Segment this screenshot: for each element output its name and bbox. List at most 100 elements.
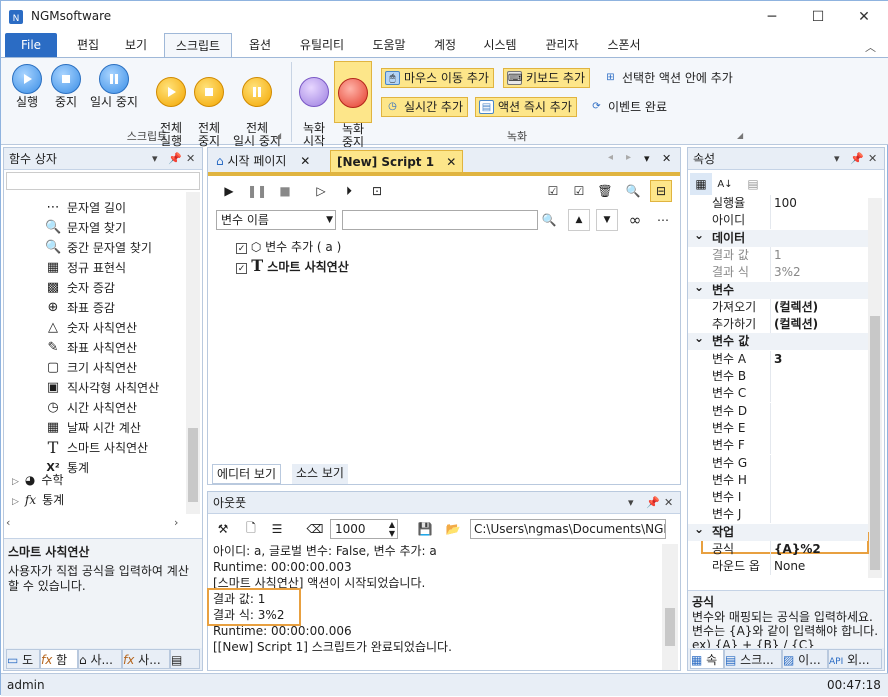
property-pages-icon[interactable]: ▤ xyxy=(742,173,764,195)
tab-properties[interactable]: ▦ 속 xyxy=(690,649,724,669)
check-icon[interactable]: ☑ xyxy=(568,180,590,202)
tab-list-icon[interactable]: ▾ xyxy=(644,152,650,165)
tab-variables[interactable]: ▭ 도 xyxy=(6,649,40,669)
function-item[interactable]: △ 숫자 사칙연산 xyxy=(45,318,137,338)
more-icon[interactable]: ⋯ xyxy=(652,209,674,231)
menu-edit[interactable]: 편집 xyxy=(65,33,111,57)
pin-icon[interactable]: 📌 xyxy=(646,492,660,514)
menu-sponsor[interactable]: 스폰서 xyxy=(599,33,649,57)
add-inside-action-button[interactable]: ⊞ 선택한 액션 안에 추가 xyxy=(599,68,738,88)
function-scrollbar[interactable] xyxy=(186,192,200,514)
dropdown-icon[interactable]: ▾ xyxy=(628,492,634,514)
property-row[interactable]: 변수 H xyxy=(688,471,868,489)
menu-system[interactable]: 시스템 xyxy=(475,33,525,57)
menu-utility[interactable]: 유틸리티 xyxy=(291,33,353,57)
tree-node-smart-arith[interactable]: ✓ T 스마트 사칙연산 xyxy=(236,256,349,276)
down-icon[interactable]: ▼ xyxy=(596,209,618,231)
run-button[interactable]: 실행 xyxy=(7,64,47,109)
property-row[interactable]: 가져오기 (컬렉션) xyxy=(688,298,868,316)
function-item[interactable]: ▩ 숫자 증감 xyxy=(45,278,115,298)
property-value[interactable]: {A}%2 xyxy=(774,541,821,558)
function-item[interactable]: ⋯ 문자열 길이 xyxy=(45,198,127,218)
property-row[interactable]: 변수 B xyxy=(688,368,868,385)
h-scrollbar[interactable]: ‹ › xyxy=(6,516,186,534)
tab-scroll-left-icon[interactable]: ◂ xyxy=(608,152,613,163)
delete-icon[interactable]: 🗑 xyxy=(594,180,616,202)
function-item[interactable]: ◷ 시간 사칙연산 xyxy=(45,398,137,418)
tab-script-1[interactable]: [New] Script 1 ✕ xyxy=(330,150,464,172)
property-value[interactable]: 1 xyxy=(774,247,782,264)
property-value[interactable]: 3 xyxy=(774,351,782,368)
function-item[interactable]: ▣ 직사각형 사칙연산 xyxy=(45,378,159,398)
output-path-field[interactable]: C:\Users\ngmas\Documents\NGM6\ xyxy=(470,519,666,539)
stepper-icon[interactable]: ▲ ▼ xyxy=(389,520,395,538)
maximize-button[interactable]: ☐ xyxy=(795,1,841,33)
tab-other-3[interactable]: ▤ xyxy=(170,649,200,669)
function-item[interactable]: ▢ 크기 사칙연산 xyxy=(45,358,137,378)
mouse-move-add-button[interactable]: 🖱 마우스 이동 추가 xyxy=(381,68,494,88)
search-icon[interactable]: 🔍 xyxy=(622,180,644,202)
property-row[interactable]: 실행율 100 xyxy=(688,195,868,212)
property-row[interactable]: 결과 식 3%2 xyxy=(688,264,868,282)
scroll-thumb[interactable] xyxy=(870,316,880,570)
tab-scroll-right-icon[interactable]: ▸ xyxy=(626,152,631,163)
checkbox[interactable]: ✓ xyxy=(236,243,247,254)
property-row[interactable]: 추가하기 (컬렉션) xyxy=(688,316,868,334)
close-button[interactable]: ✕ xyxy=(841,1,887,33)
search-icon[interactable]: 🔍 xyxy=(538,209,560,231)
function-item[interactable]: ▦ 날짜 시간 계산 xyxy=(45,418,141,438)
property-row[interactable]: 공식 {A}%2 xyxy=(688,541,868,558)
close-icon[interactable]: ✕ xyxy=(300,154,310,168)
collapse-icon[interactable]: ⌄ xyxy=(694,227,704,244)
categorized-icon[interactable]: ▦ xyxy=(690,173,712,195)
tab-other-2[interactable]: fx 사... xyxy=(122,649,170,669)
stop-button[interactable]: 중지 xyxy=(47,64,85,109)
variable-search-input[interactable] xyxy=(342,210,538,230)
tool-icon[interactable]: ⚒ xyxy=(212,518,234,540)
tab-editor-view[interactable]: 에디터 보기 xyxy=(212,464,282,484)
function-group[interactable]: ▷ fx 통계 xyxy=(12,490,64,510)
step-icon[interactable]: ▷ xyxy=(310,180,332,202)
pin-icon[interactable]: 📌 xyxy=(168,148,182,170)
tree-node-add-variable[interactable]: ✓ ⬡ 변수 추가 ( a ) xyxy=(236,238,341,256)
property-category[interactable]: ⌄ 변수 값 xyxy=(688,331,868,351)
pause-icon[interactable]: ❚❚ xyxy=(246,180,268,202)
check-all-icon[interactable]: ☑ xyxy=(542,180,564,202)
folder-icon[interactable]: 📂 xyxy=(442,518,464,540)
property-row[interactable]: 변수 G xyxy=(688,454,868,472)
property-row[interactable]: 변수 I xyxy=(688,489,868,507)
function-item[interactable]: ✎ 좌표 사칙연산 xyxy=(45,338,138,358)
property-category[interactable]: ⌄ 데이터 xyxy=(688,227,868,247)
keyboard-add-button[interactable]: ⌨ 키보드 추가 xyxy=(503,68,591,88)
function-item[interactable]: ⊕ 좌표 증감 xyxy=(45,298,115,318)
dialog-launcher-icon[interactable]: ◢ xyxy=(275,131,281,140)
function-item[interactable]: 🔍 중간 문자열 찾기 xyxy=(45,238,152,258)
collapse-icon[interactable]: ⌄ xyxy=(694,279,704,296)
record-stop-button[interactable]: 녹화 중지 xyxy=(334,61,372,149)
tab-other-1[interactable]: ⌂ 사... xyxy=(78,649,122,669)
run-selected-icon[interactable]: ⊡ xyxy=(366,180,388,202)
menu-script[interactable]: 스크립트 xyxy=(164,33,232,57)
ribbon-collapse-icon[interactable]: ︿ xyxy=(865,39,876,55)
property-category[interactable]: ⌄ 변수 xyxy=(688,279,868,299)
play-icon[interactable]: ▶ xyxy=(218,180,240,202)
close-icon[interactable]: ✕ xyxy=(446,155,456,169)
menu-account[interactable]: 계정 xyxy=(425,33,465,57)
collapse-icon[interactable]: ⌄ xyxy=(694,521,704,538)
tree-view-icon[interactable]: ⊟ xyxy=(650,180,672,202)
tab-images[interactable]: ▨ 이... xyxy=(782,649,828,669)
property-row[interactable]: 변수 E xyxy=(688,419,868,437)
property-row[interactable]: 변수 D xyxy=(688,402,868,420)
expand-icon[interactable]: ▷ xyxy=(12,497,19,507)
function-item[interactable]: ▦ 정규 표현식 xyxy=(45,258,126,278)
menu-view[interactable]: 보기 xyxy=(113,33,159,57)
output-scrollbar[interactable] xyxy=(662,544,678,670)
tab-source-view[interactable]: 소스 보기 xyxy=(292,464,348,484)
properties-scrollbar[interactable] xyxy=(868,198,882,578)
checkbox[interactable]: ✓ xyxy=(236,263,247,274)
property-row[interactable]: 변수 A 3 xyxy=(688,350,868,368)
scroll-thumb[interactable] xyxy=(188,428,198,502)
function-search-input[interactable] xyxy=(6,172,200,190)
action-now-add-button[interactable]: ▤ 액션 즉시 추가 xyxy=(475,97,577,117)
dialog-launcher-icon[interactable]: ◢ xyxy=(737,131,743,140)
